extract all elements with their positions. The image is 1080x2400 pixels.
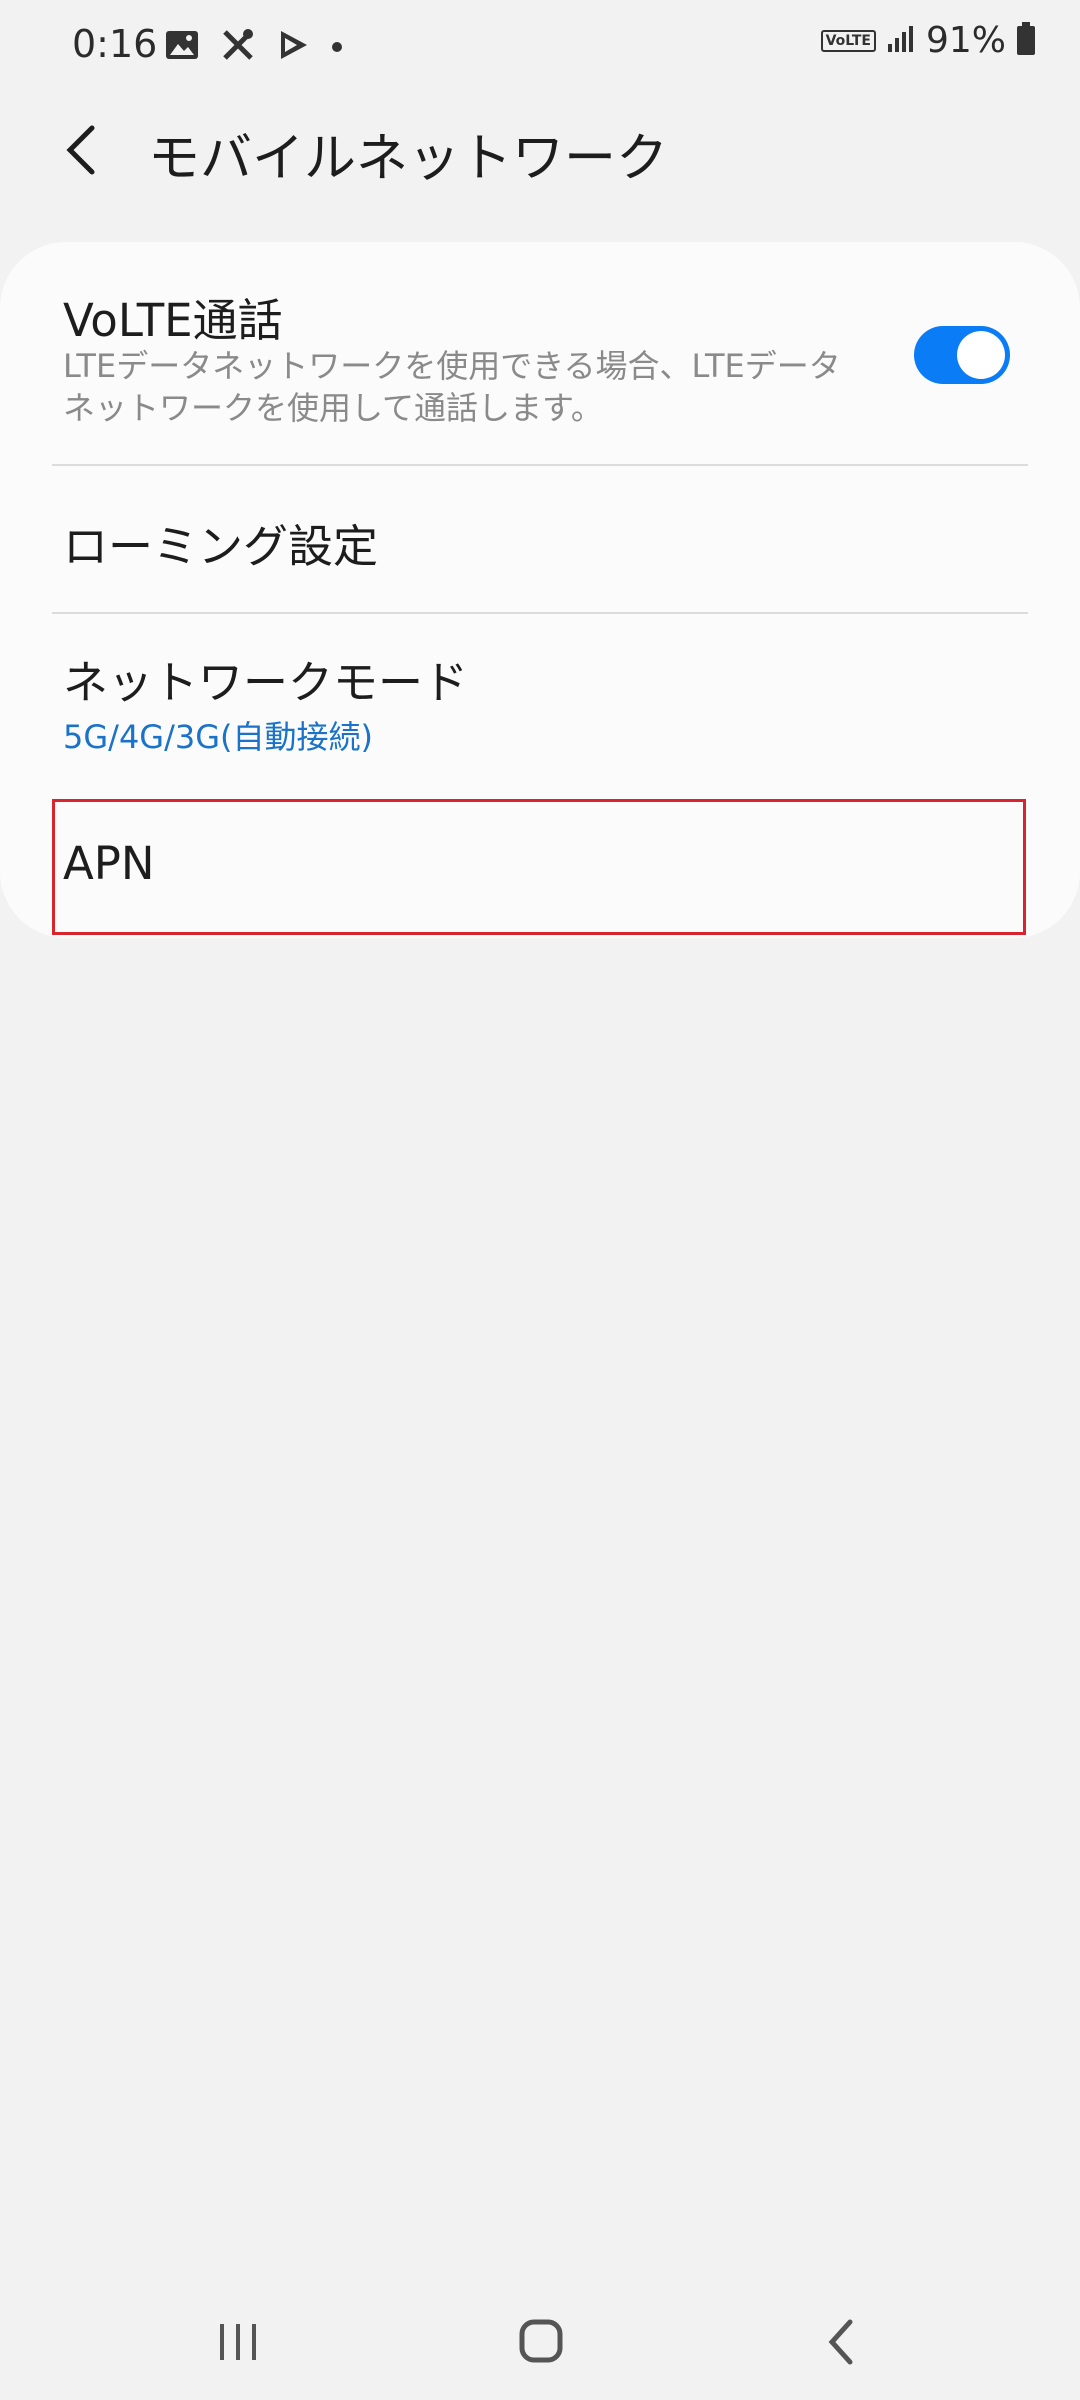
recents-button[interactable] [198, 2310, 278, 2374]
volte-description-line2: ネットワークを使用して通話します。 [63, 389, 603, 427]
page-title: モバイルネットワーク [148, 129, 669, 189]
signal-icon [886, 24, 916, 58]
image-icon [165, 30, 199, 64]
tools-icon [221, 28, 255, 66]
status-bar: 0:16 VoLTE 91% [0, 0, 1080, 92]
network-mode-value: 5G/4G/3G(自動接続) [63, 718, 374, 756]
roaming-title: ローミング設定 [63, 520, 379, 573]
network-mode-title: ネットワークモード [63, 656, 469, 709]
navigation-bar [0, 2280, 1080, 2400]
volte-toggle[interactable] [914, 326, 1010, 384]
notification-icons [165, 28, 343, 66]
battery-icon [1016, 21, 1036, 60]
home-icon [519, 2319, 563, 2363]
back-button[interactable] [52, 118, 116, 182]
volte-title: VoLTE通話 [63, 294, 283, 347]
dot-icon [331, 38, 343, 57]
app-header: モバイルネットワーク [0, 100, 1080, 200]
volte-row[interactable]: VoLTE通話 LTEデータネットワークを使用できる場合、LTEデータ ネットワ… [0, 242, 1080, 466]
toggle-knob [957, 331, 1005, 379]
nav-back-button[interactable] [802, 2310, 882, 2374]
recents-icon [220, 2324, 256, 2360]
status-right: VoLTE 91% [820, 20, 1036, 61]
volte-description-line1: LTEデータネットワークを使用できる場合、LTEデータ [63, 347, 841, 385]
roaming-row[interactable]: ローミング設定 [0, 466, 1080, 612]
back-icon [828, 2319, 853, 2365]
chevron-left-icon [66, 125, 95, 175]
apn-highlight-box [52, 799, 1026, 935]
status-time: 0:16 [72, 22, 158, 66]
battery-percent: 91% [925, 20, 1006, 61]
network-mode-row[interactable]: ネットワークモード 5G/4G/3G(自動接続) [0, 614, 1080, 796]
volte-badge: VoLTE [820, 29, 876, 52]
play-store-icon [277, 29, 309, 65]
home-button[interactable] [500, 2310, 580, 2374]
